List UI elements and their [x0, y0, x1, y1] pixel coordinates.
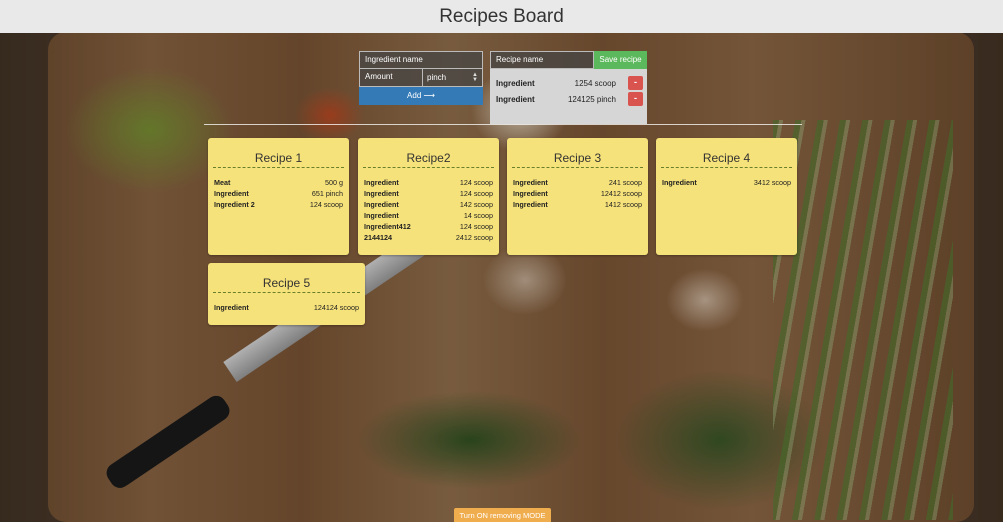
ingredient-amount: 124124 scoop — [313, 303, 359, 312]
recipe-name-row: Recipe name Save recipe — [490, 51, 647, 69]
pending-ingredient: Ingredient 1254 scoop - — [490, 75, 647, 91]
recipe-name-input[interactable]: Recipe name — [490, 51, 594, 69]
recipe-ingredient-row: Ingredient 651 pinch — [214, 188, 343, 199]
recipe-ingredient-list: Ingredient 3412 scoop — [656, 168, 797, 188]
section-divider — [204, 124, 802, 125]
pending-ingredient-amount: 124125 pinch — [567, 94, 616, 104]
ingredient-name: Ingredient — [364, 178, 399, 187]
recipe-ingredient-row: Ingredient 124 scoop — [364, 177, 493, 188]
recipe-ingredient-list: Ingredient 124124 scoop — [208, 293, 365, 313]
recipe-ingredient-list: Ingredient 241 scoop Ingredient 12412 sc… — [507, 168, 648, 210]
recipe-ingredient-row: Ingredient 12412 scoop — [513, 188, 642, 199]
ingredient-amount: 124 scoop — [459, 178, 493, 187]
recipe-ingredient-row: Ingredient 3412 scoop — [662, 177, 791, 188]
ingredient-amount: 142 scoop — [459, 200, 493, 209]
recipe-ingredient-row: Ingredient 241 scoop — [513, 177, 642, 188]
recipe-ingredient-row: Ingredient 1412 scoop — [513, 199, 642, 210]
ingredient-name: Meat — [214, 178, 231, 187]
ingredient-amount: 124 scoop — [459, 222, 493, 231]
recipe-card-title: Recipe 3 — [512, 151, 643, 168]
recipe-ingredient-list: Ingredient 124 scoop Ingredient 124 scoo… — [358, 168, 499, 243]
pending-ingredient: Ingredient 124125 pinch - — [490, 91, 647, 107]
unit-selected-value: pinch — [427, 72, 447, 82]
unit-select[interactable]: pinch ▲ ▼ — [423, 69, 483, 87]
ingredient-amount: 14 scoop — [463, 211, 493, 220]
app-header: Recipes Board — [0, 0, 1003, 33]
ingredient-amount: 12412 scoop — [600, 189, 642, 198]
ingredient-amount: 241 scoop — [608, 178, 642, 187]
ingredient-name: Ingredient 2 — [214, 200, 255, 209]
ingredient-amount: 2412 scoop — [455, 233, 493, 242]
recipe-card[interactable]: Recipe2 Ingredient 124 scoop Ingredient … — [358, 138, 499, 255]
pending-ingredients-list: Ingredient 1254 scoop - Ingredient 12412… — [490, 69, 647, 124]
select-arrows-icon: ▲ ▼ — [472, 71, 478, 83]
ingredient-name: Ingredient — [513, 178, 548, 187]
ingredient-name: Ingredient — [364, 189, 399, 198]
recipe-builder: Recipe name Save recipe Ingredient 1254 … — [490, 51, 647, 124]
recipe-card-title: Recipe 5 — [213, 276, 360, 293]
remove-pending-ingredient-button[interactable]: - — [628, 92, 643, 106]
ingredient-name: Ingredient — [662, 178, 697, 187]
ingredient-name: Ingredient — [214, 303, 249, 312]
recipe-ingredient-row: Ingredient412 124 scoop — [364, 221, 493, 232]
ingredient-amount: 651 pinch — [311, 189, 343, 198]
recipe-card[interactable]: Recipe 1 Meat 500 g Ingredient 651 pinch… — [208, 138, 349, 255]
ingredient-name: Ingredient — [214, 189, 249, 198]
ingredient-amount: 500 g — [325, 178, 343, 187]
ingredient-name: Ingredient — [364, 211, 399, 220]
recipe-ingredient-row: Meat 500 g — [214, 177, 343, 188]
pending-ingredient-amount: 1254 scoop — [574, 78, 616, 88]
recipe-card[interactable]: Recipe 3 Ingredient 241 scoop Ingredient… — [507, 138, 648, 255]
recipe-card-title: Recipe 4 — [661, 151, 792, 168]
ingredient-amount: 124 scoop — [459, 189, 493, 198]
recipe-ingredient-row: Ingredient 14 scoop — [364, 210, 493, 221]
amount-input[interactable]: Amount — [359, 69, 423, 87]
recipe-ingredient-row: 2144124 2412 scoop — [364, 232, 493, 243]
recipe-card[interactable]: Recipe 4 Ingredient 3412 scoop — [656, 138, 797, 255]
ingredient-amount: 3412 scoop — [753, 178, 791, 187]
ingredient-amount: 1412 scoop — [604, 200, 642, 209]
recipe-ingredient-row: Ingredient 124124 scoop — [214, 302, 359, 313]
amount-row: Amount pinch ▲ ▼ — [359, 69, 483, 87]
ingredient-name: 2144124 — [364, 233, 392, 242]
ingredient-form: Ingredient name Amount pinch ▲ ▼ Add ⟶ — [359, 51, 483, 105]
page-title: Recipes Board — [439, 5, 564, 27]
recipe-ingredient-list: Meat 500 g Ingredient 651 pinch Ingredie… — [208, 168, 349, 210]
remove-pending-ingredient-button[interactable]: - — [628, 76, 643, 90]
recipe-card[interactable]: Recipe 5 Ingredient 124124 scoop — [208, 263, 365, 325]
ingredient-name: Ingredient — [513, 189, 548, 198]
ingredient-name: Ingredient — [513, 200, 548, 209]
recipe-card-title: Recipe2 — [363, 151, 494, 168]
toggle-removing-mode-button[interactable]: Turn ON removing MODE — [454, 508, 551, 522]
add-ingredient-button[interactable]: Add ⟶ — [359, 87, 483, 105]
recipe-ingredient-row: Ingredient 142 scoop — [364, 199, 493, 210]
recipe-ingredient-row: Ingredient 124 scoop — [364, 188, 493, 199]
ingredient-amount: 124 scoop — [309, 200, 343, 209]
pending-ingredient-name: Ingredient — [496, 94, 535, 104]
ingredient-name: Ingredient412 — [364, 222, 411, 231]
pending-ingredient-name: Ingredient — [496, 78, 535, 88]
save-recipe-button[interactable]: Save recipe — [594, 51, 647, 69]
recipe-card-title: Recipe 1 — [213, 151, 344, 168]
ingredient-name-input[interactable]: Ingredient name — [359, 51, 483, 69]
recipe-ingredient-row: Ingredient 2 124 scoop — [214, 199, 343, 210]
ingredient-name: Ingredient — [364, 200, 399, 209]
